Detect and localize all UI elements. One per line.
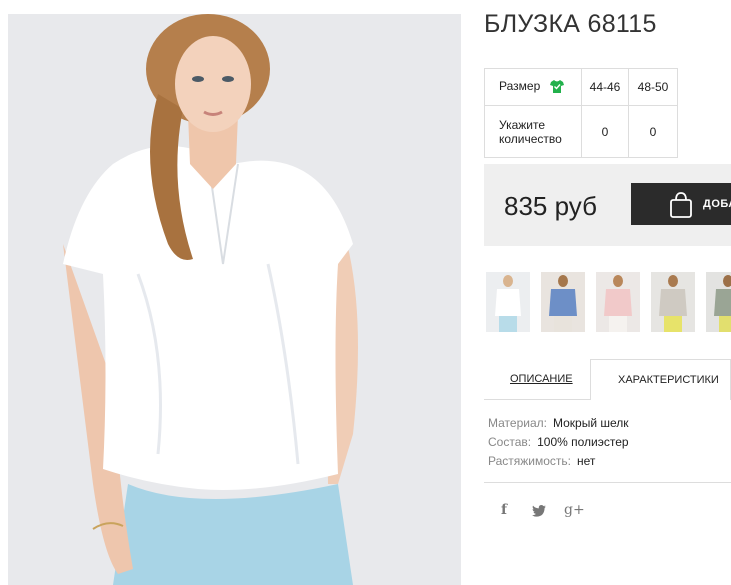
quantity-label-line2: количество (499, 131, 562, 146)
spec-value: нет (577, 454, 596, 468)
product-tabs: ОПИСАНИЕ ХАРАКТЕРИСТИКИ (484, 359, 731, 400)
spec-row-composition: Состав: 100% полиэстер (488, 433, 629, 452)
spec-value: Мокрый шелк (552, 416, 629, 430)
add-to-cart-button[interactable]: ДОБА (631, 183, 731, 225)
thumb-green-blouse[interactable] (706, 272, 731, 332)
facebook-icon[interactable]: f (501, 502, 507, 518)
tshirt-icon[interactable] (549, 79, 564, 96)
thumb-grey-blouse[interactable] (651, 272, 695, 332)
size-option-44-46[interactable]: 44-46 (581, 68, 629, 106)
characteristics-list: Материал: Мокрый шелк Состав: 100% полиэст… (488, 414, 629, 471)
main-product-photo[interactable] (8, 14, 461, 585)
size-label: Размер (499, 78, 541, 93)
spec-key: Материал: (488, 416, 547, 430)
quantity-label-line1: Укажите (499, 117, 546, 132)
thumb-white-blouse[interactable] (486, 272, 530, 332)
spec-value: 100% полиэстер (537, 435, 629, 449)
quantity-row: Укажите количество 0 0 (484, 105, 678, 158)
section-divider (484, 482, 731, 483)
shopping-bag-icon (669, 192, 693, 221)
add-to-cart-label: ДОБА (703, 198, 731, 210)
price-box: 835 руб ДОБА (484, 164, 731, 246)
size-quantity-table: Размер 44-46 48-50 Укажите количество 0 … (484, 68, 678, 158)
model-photo-illustration (8, 14, 461, 585)
quantity-label-cell: Укажите количество (484, 105, 582, 158)
spec-row-material: Материал: Мокрый шелк (488, 414, 629, 433)
quantity-input-48-50[interactable]: 0 (628, 105, 678, 158)
google-plus-icon[interactable]: g+ (564, 502, 585, 518)
size-label-cell: Размер (484, 68, 582, 106)
thumb-blue-blouse[interactable] (541, 272, 585, 332)
twitter-icon[interactable] (532, 504, 546, 520)
size-row: Размер 44-46 48-50 (484, 68, 678, 106)
thumbnail-gallery (486, 272, 731, 332)
tab-description[interactable]: ОПИСАНИЕ (510, 373, 573, 385)
product-price: 835 руб (504, 191, 597, 221)
tabs-underline (484, 399, 591, 400)
thumb-pink-blouse[interactable] (596, 272, 640, 332)
spec-key: Растяжимость: (488, 454, 572, 468)
product-title: БЛУЗКА 68115 (484, 10, 657, 38)
spec-row-stretch: Растяжимость: нет (488, 452, 629, 471)
product-page: БЛУЗКА 68115 Размер 44-46 48-50 Укажите … (0, 0, 731, 585)
tab-characteristics-label: ХАРАКТЕРИСТИКИ (618, 374, 719, 386)
tab-characteristics[interactable]: ХАРАКТЕРИСТИКИ (590, 359, 731, 400)
quantity-input-44-46[interactable]: 0 (581, 105, 629, 158)
spec-key: Состав: (488, 435, 532, 449)
size-option-48-50[interactable]: 48-50 (628, 68, 678, 106)
